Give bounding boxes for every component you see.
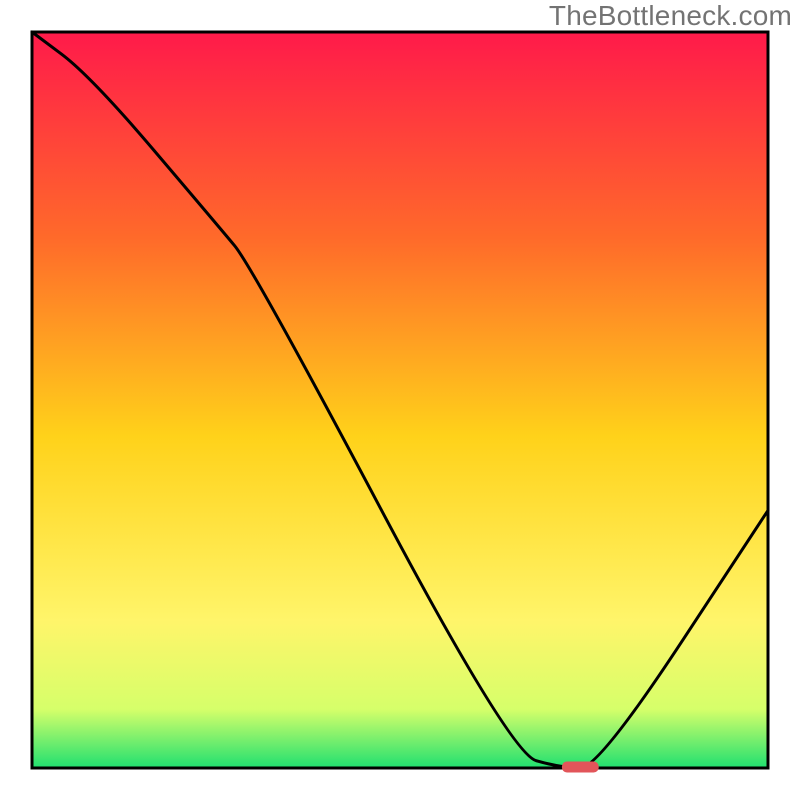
bottleneck-chart bbox=[0, 0, 800, 800]
chart-background bbox=[32, 32, 768, 768]
optimal-marker bbox=[562, 762, 599, 773]
chart-frame: TheBottleneck.com bbox=[0, 0, 800, 800]
watermark-text: TheBottleneck.com bbox=[549, 0, 792, 32]
